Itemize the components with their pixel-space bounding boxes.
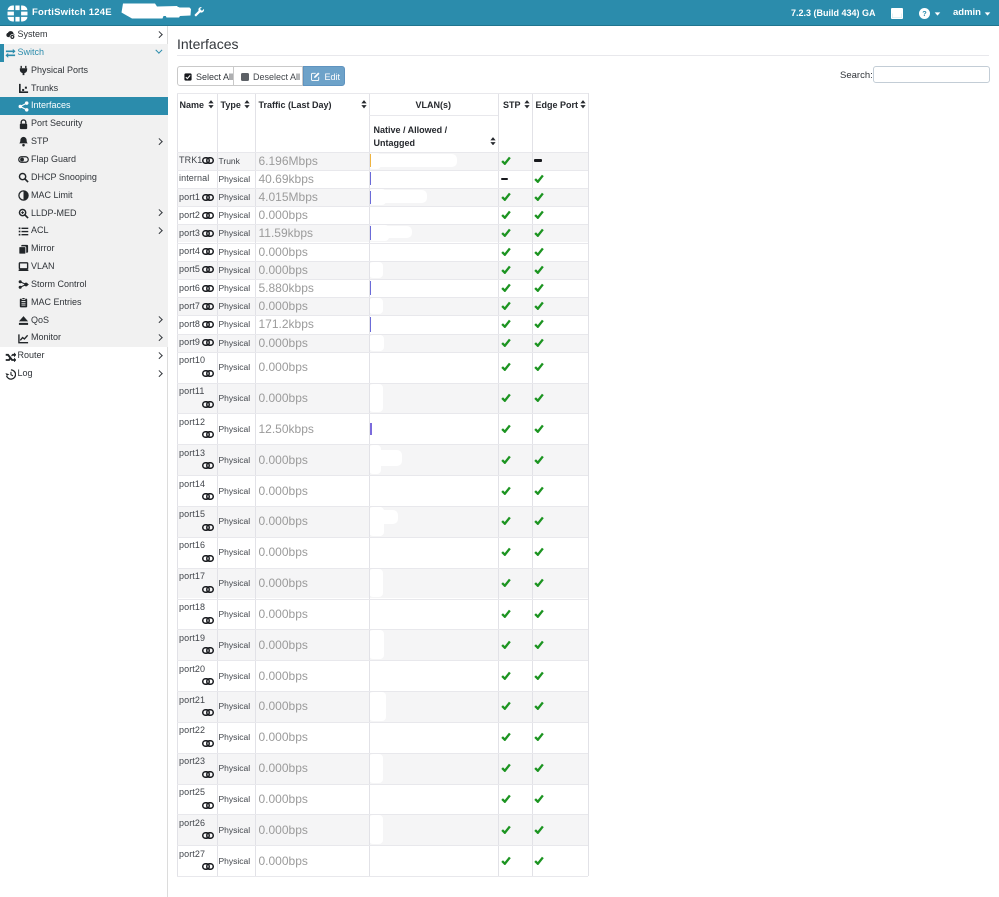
svg-text:?: ? [922,9,927,18]
